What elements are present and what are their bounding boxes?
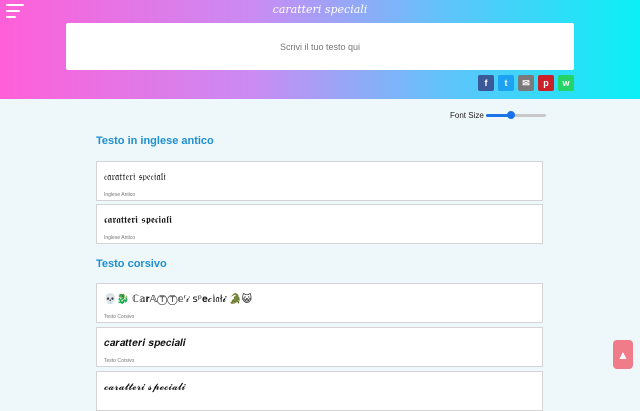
section-title-old-english: Testo in inglese antico bbox=[96, 135, 214, 147]
styled-text: 𝖈𝖆𝖗𝖆𝖙𝖙𝖊𝖗𝖎 𝖘𝖕𝖊𝖈𝖎𝖆𝖑𝖎 bbox=[104, 215, 172, 226]
section-title-cursive: Testo corsivo bbox=[96, 258, 167, 270]
styled-text: 𝔠𝔞𝔯𝔞𝔱𝔱𝔢𝔯𝔦 𝔰𝔭𝔢𝔠𝔦𝔞𝔩𝔦 bbox=[104, 172, 166, 183]
email-icon[interactable]: ✉ bbox=[518, 75, 534, 91]
style-card[interactable]: 💀🐉 ℂ𝕒𝐫𝔸ⓉⓉ𝕖ʳ𝒾 ѕᵖ𝐞𝒸𝕚𝔞ł𝓲 🐊😺 Testo Corsivo bbox=[96, 283, 543, 323]
font-size-control: Font Size bbox=[450, 111, 546, 120]
back-to-top-button[interactable]: ▲ bbox=[613, 340, 633, 369]
style-label: Inglese Antico bbox=[104, 235, 136, 241]
style-card[interactable]: 𝖈𝖆𝖗𝖆𝖙𝖙𝖊𝖗𝖎 𝖘𝖕𝖊𝖈𝖎𝖆𝖑𝖎 Inglese Antico bbox=[96, 204, 543, 244]
style-card[interactable]: 𝔠𝔞𝔯𝔞𝔱𝔱𝔢𝔯𝔦 𝔰𝔭𝔢𝔠𝔦𝔞𝔩𝔦 Inglese Antico bbox=[96, 161, 543, 201]
style-card[interactable]: 𝒄𝒂𝒓𝒂𝒕𝒕𝒆𝒓𝒊 𝒔𝒑𝒆𝒄𝒊𝒂𝒍𝒊 Testo Corsivo bbox=[96, 327, 543, 367]
facebook-icon[interactable]: f bbox=[478, 75, 494, 91]
text-input[interactable]: Scrivi il tuo testo qui bbox=[66, 23, 574, 70]
slider-thumb[interactable] bbox=[506, 111, 515, 119]
share-bar: f t ✉ p w bbox=[478, 75, 574, 91]
font-size-slider[interactable] bbox=[485, 111, 546, 119]
pinterest-icon[interactable]: p bbox=[538, 75, 554, 91]
style-label: Testo Corsivo bbox=[104, 314, 135, 320]
font-size-label: Font Size bbox=[450, 111, 484, 120]
style-card[interactable]: 𝓬𝓪𝓻𝓪𝓽𝓽𝓮𝓻𝓲 𝓼𝓹𝓮𝓬𝓲𝓪𝓵𝓲 bbox=[96, 371, 543, 411]
whatsapp-icon[interactable]: w bbox=[558, 75, 574, 91]
header: caratteri speciali Scrivi il tuo testo q… bbox=[0, 0, 640, 99]
page-title: caratteri speciali bbox=[272, 3, 368, 16]
styled-text: 𝓬𝓪𝓻𝓪𝓽𝓽𝓮𝓻𝓲 𝓼𝓹𝓮𝓬𝓲𝓪𝓵𝓲 bbox=[104, 382, 186, 393]
styled-text: 💀🐉 ℂ𝕒𝐫𝔸ⓉⓉ𝕖ʳ𝒾 ѕᵖ𝐞𝒸𝕚𝔞ł𝓲 🐊😺 bbox=[104, 294, 253, 305]
style-label: Inglese Antico bbox=[104, 192, 136, 198]
style-label: Testo Corsivo bbox=[104, 358, 135, 364]
styled-text: 𝒄𝒂𝒓𝒂𝒕𝒕𝒆𝒓𝒊 𝒔𝒑𝒆𝒄𝒊𝒂𝒍𝒊 bbox=[104, 338, 186, 349]
twitter-icon[interactable]: t bbox=[498, 75, 514, 91]
